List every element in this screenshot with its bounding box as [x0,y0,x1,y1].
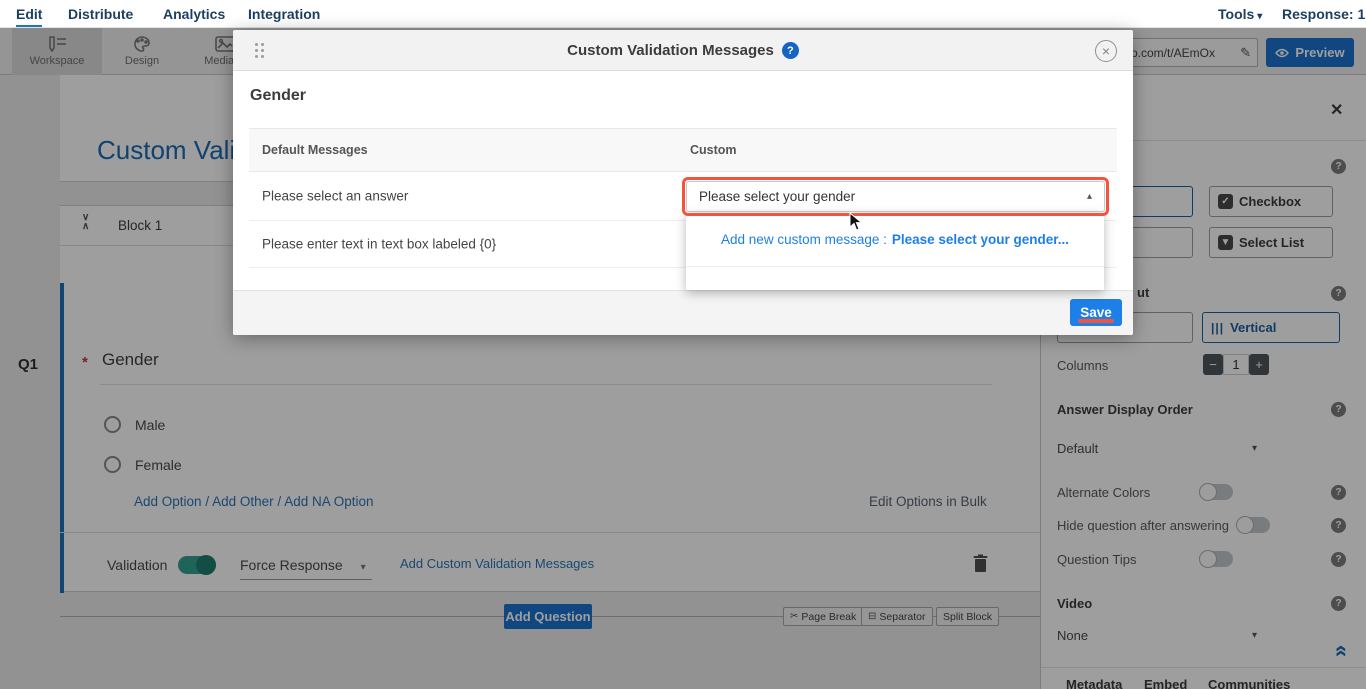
default-message-text: Please select an answer [262,189,408,204]
save-label: Save [1080,305,1112,320]
custom-message-value: Please select your gender [699,189,1087,204]
add-new-custom-message-option[interactable]: Add new custom message : Please select y… [686,213,1104,267]
validation-table-header: Default Messages Custom [249,128,1117,172]
caret-up-icon: ▴ [1087,191,1092,202]
modal-header: Custom Validation Messages ? × [233,30,1133,71]
nav-response-count[interactable]: Response: 1 [1282,6,1365,22]
nav-tools-label: Tools [1218,6,1254,22]
modal-footer: Save [233,290,1133,335]
app-screen: Edit Distribute Analytics Integration To… [0,0,1366,689]
nav-tab-distribute[interactable]: Distribute [68,6,133,22]
add-new-custom-message-prefix: Add new custom message : [721,232,887,247]
caret-down-icon: ▾ [1257,11,1262,22]
nav-tab-edit[interactable]: Edit [16,6,42,27]
modal-close-icon[interactable]: × [1095,40,1117,62]
nav-tab-integration[interactable]: Integration [248,6,320,22]
nav-tools-menu[interactable]: Tools▾ [1218,6,1262,22]
red-underline-annotation [1078,319,1114,323]
modal-title: Custom Validation Messages [567,42,774,59]
modal-help-icon[interactable]: ? [782,42,799,59]
modal-question-title: Gender [250,87,306,105]
custom-message-dropdown-panel: Add new custom message : Please select y… [686,213,1104,290]
column-header-default-messages: Default Messages [262,143,368,157]
save-button[interactable]: Save [1070,299,1122,326]
modal-title-wrap: Custom Validation Messages ? [233,30,1133,71]
default-message-text: Please enter text in text box labeled {0… [262,237,496,252]
suggested-custom-message: Please select your gender... [892,232,1069,247]
custom-validation-messages-modal: Custom Validation Messages ? × Gender De… [233,30,1133,335]
custom-message-dropdown[interactable]: Please select your gender ▴ [686,181,1105,212]
nav-tab-analytics[interactable]: Analytics [163,6,225,22]
column-header-custom: Custom [690,143,737,157]
top-nav: Edit Distribute Analytics Integration To… [0,0,1366,28]
